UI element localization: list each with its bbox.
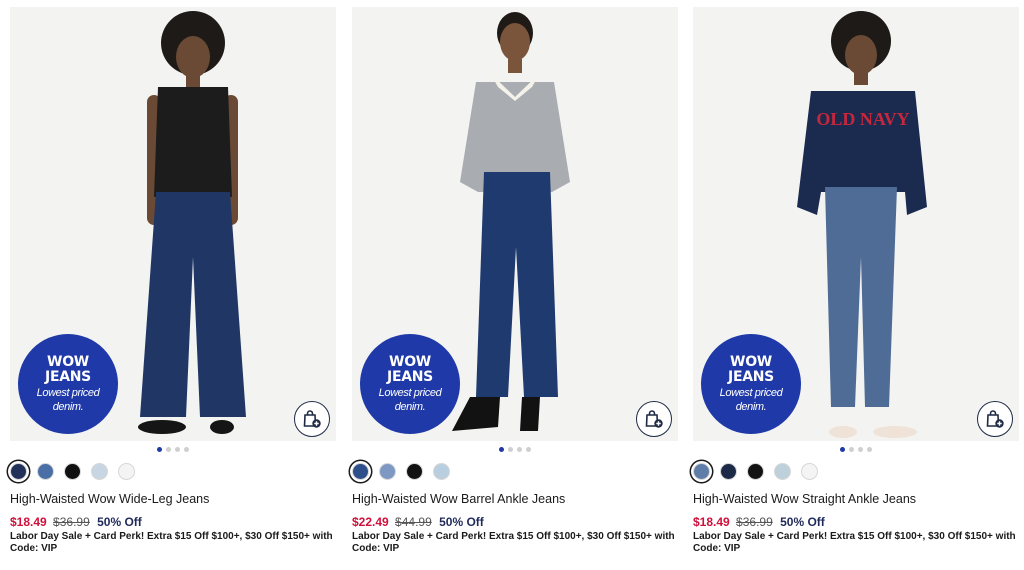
product-title[interactable]: High-Waisted Wow Straight Ankle Jeans — [693, 492, 916, 506]
color-swatches — [10, 463, 135, 483]
carousel-dot[interactable] — [867, 447, 872, 452]
color-swatches — [693, 463, 818, 483]
add-to-bag-button[interactable] — [977, 401, 1013, 437]
carousel-dot[interactable] — [849, 447, 854, 452]
badge-subtext: denim. — [52, 401, 84, 413]
carousel-dot[interactable] — [157, 447, 162, 452]
carousel-dot[interactable] — [526, 447, 531, 452]
color-swatches — [352, 463, 450, 483]
badge-subtext: denim. — [394, 401, 426, 413]
price-row: $18.49 $36.99 50% Off — [10, 515, 142, 529]
add-to-bag-button[interactable] — [294, 401, 330, 437]
color-swatch[interactable] — [720, 463, 737, 480]
badge-text: WOW — [730, 354, 772, 370]
badge-text: WOW — [389, 354, 431, 370]
image-carousel-dots[interactable] — [693, 447, 1019, 453]
promo-text: Labor Day Sale + Card Perk! Extra $15 Of… — [693, 531, 1016, 554]
image-carousel-dots[interactable] — [352, 447, 678, 453]
carousel-dot[interactable] — [175, 447, 180, 452]
carousel-dot[interactable] — [508, 447, 513, 452]
color-swatch[interactable] — [118, 463, 135, 480]
carousel-dot[interactable] — [858, 447, 863, 452]
price-row: $22.49 $44.99 50% Off — [352, 515, 484, 529]
color-swatch[interactable] — [801, 463, 818, 480]
wow-jeans-badge: WOW JEANS Lowest priced denim. — [701, 334, 801, 434]
discount-label: 50% Off — [439, 515, 484, 529]
product-image[interactable]: WOW JEANS Lowest priced denim. — [10, 7, 336, 441]
color-swatch[interactable] — [747, 463, 764, 480]
color-swatch[interactable] — [10, 463, 27, 480]
product-image[interactable]: WOW JEANS Lowest priced denim. — [352, 7, 678, 441]
product-card: OLD NAVY WOW JEANS Lowest priced denim. — [693, 7, 1019, 567]
color-swatch[interactable] — [91, 463, 108, 480]
badge-text: JEANS — [728, 369, 774, 385]
color-swatch[interactable] — [379, 463, 396, 480]
promo-text: Labor Day Sale + Card Perk! Extra $15 Of… — [10, 531, 333, 554]
badge-text: JEANS — [387, 369, 433, 385]
original-price: $36.99 — [736, 515, 773, 529]
color-swatch[interactable] — [433, 463, 450, 480]
original-price: $36.99 — [53, 515, 90, 529]
badge-text: JEANS — [45, 369, 91, 385]
wow-jeans-badge: WOW JEANS Lowest priced denim. — [360, 334, 460, 434]
promo-text: Labor Day Sale + Card Perk! Extra $15 Of… — [352, 531, 675, 554]
sale-price: $18.49 — [10, 515, 47, 529]
badge-text: WOW — [47, 354, 89, 370]
color-swatch[interactable] — [406, 463, 423, 480]
original-price: $44.99 — [395, 515, 432, 529]
sale-price: $22.49 — [352, 515, 389, 529]
shopping-bag-plus-icon — [303, 410, 321, 428]
sale-price: $18.49 — [693, 515, 730, 529]
color-swatch[interactable] — [352, 463, 369, 480]
discount-label: 50% Off — [780, 515, 825, 529]
wow-jeans-badge: WOW JEANS Lowest priced denim. — [18, 334, 118, 434]
carousel-dot[interactable] — [517, 447, 522, 452]
image-carousel-dots[interactable] — [10, 447, 336, 453]
svg-text:OLD NAVY: OLD NAVY — [816, 109, 909, 129]
color-swatch[interactable] — [37, 463, 54, 480]
add-to-bag-button[interactable] — [636, 401, 672, 437]
badge-subtext: Lowest priced — [719, 387, 783, 399]
product-card: WOW JEANS Lowest priced denim. High-Wais… — [352, 7, 678, 567]
price-row: $18.49 $36.99 50% Off — [693, 515, 825, 529]
color-swatch[interactable] — [693, 463, 710, 480]
carousel-dot[interactable] — [166, 447, 171, 452]
badge-subtext: denim. — [735, 401, 767, 413]
color-swatch[interactable] — [64, 463, 81, 480]
carousel-dot[interactable] — [840, 447, 845, 452]
product-card: WOW JEANS Lowest priced denim. High-Wais… — [10, 7, 336, 567]
carousel-dot[interactable] — [184, 447, 189, 452]
badge-subtext: Lowest priced — [36, 387, 100, 399]
discount-label: 50% Off — [97, 515, 142, 529]
shopping-bag-plus-icon — [645, 410, 663, 428]
product-title[interactable]: High-Waisted Wow Wide-Leg Jeans — [10, 492, 209, 506]
shopping-bag-plus-icon — [986, 410, 1004, 428]
carousel-dot[interactable] — [499, 447, 504, 452]
product-title[interactable]: High-Waisted Wow Barrel Ankle Jeans — [352, 492, 565, 506]
product-grid: WOW JEANS Lowest priced denim. High-Wais… — [10, 7, 1020, 567]
badge-subtext: Lowest priced — [378, 387, 442, 399]
color-swatch[interactable] — [774, 463, 791, 480]
product-image[interactable]: OLD NAVY WOW JEANS Lowest priced denim. — [693, 7, 1019, 441]
